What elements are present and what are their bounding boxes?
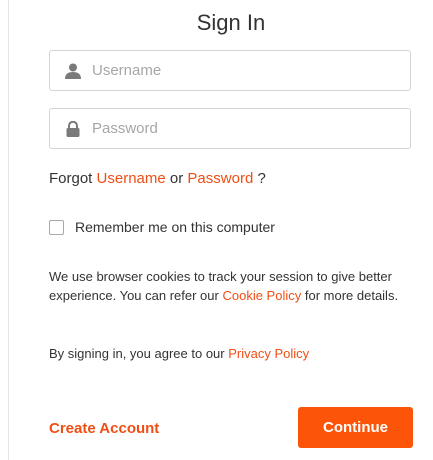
username-field[interactable] bbox=[49, 50, 411, 91]
continue-button[interactable]: Continue bbox=[298, 407, 413, 448]
forgot-username-link[interactable]: Username bbox=[97, 170, 166, 187]
remember-me-checkbox[interactable] bbox=[49, 219, 64, 235]
remember-me-row[interactable]: Remember me on this computer bbox=[49, 217, 275, 237]
forgot-suffix: ? bbox=[257, 170, 266, 187]
password-input[interactable] bbox=[92, 109, 402, 148]
lock-icon bbox=[64, 120, 82, 137]
forgot-credentials-line: Forgot Username or Password ? bbox=[49, 170, 266, 187]
forgot-or: or bbox=[169, 170, 184, 187]
forgot-prefix: Forgot bbox=[49, 170, 93, 187]
terms-notice-text: By signing in, you agree to our bbox=[49, 346, 225, 361]
privacy-policy-link[interactable]: Privacy Policy bbox=[228, 346, 309, 361]
create-account-link[interactable]: Create Account bbox=[49, 420, 159, 437]
cookie-notice-text-after: for more details. bbox=[304, 288, 399, 303]
remember-me-label[interactable]: Remember me on this computer bbox=[75, 219, 275, 235]
forgot-password-link[interactable]: Password bbox=[187, 170, 253, 187]
password-field[interactable] bbox=[49, 108, 411, 149]
terms-notice: By signing in, you agree to our Privacy … bbox=[49, 344, 421, 363]
left-panel-border bbox=[0, 0, 9, 460]
cookie-policy-link[interactable]: Cookie Policy bbox=[222, 288, 301, 303]
user-icon bbox=[64, 63, 82, 79]
page-title: Sign In bbox=[196, 10, 266, 35]
cookie-notice: We use browser cookies to track your ses… bbox=[49, 267, 421, 305]
username-input[interactable] bbox=[92, 51, 402, 90]
